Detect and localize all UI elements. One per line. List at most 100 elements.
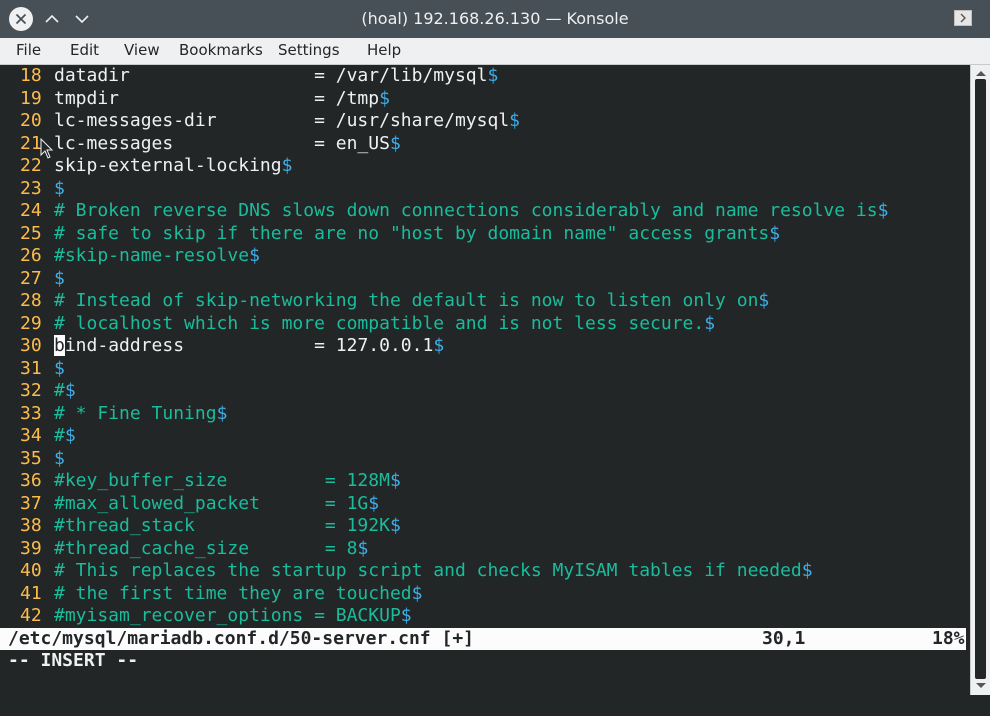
eol-marker: $ xyxy=(379,87,390,109)
code-text: datadir = /var/lib/mysql xyxy=(54,65,488,86)
editor-line: 36 #key_buffer_size = 128M$ xyxy=(0,470,970,492)
line-content: $ xyxy=(54,268,65,290)
code-text: # xyxy=(54,425,65,446)
line-content: #thread_cache_size = 8$ xyxy=(54,538,368,560)
code-text: skip-external-locking xyxy=(54,155,282,176)
line-number: 31 xyxy=(20,357,42,379)
line-number: 34 xyxy=(20,425,42,446)
eol-marker: $ xyxy=(389,515,401,536)
mouse-pointer-icon xyxy=(40,138,54,159)
line-number: 42 xyxy=(20,605,42,626)
code-text: # * Fine Tuning xyxy=(54,402,217,424)
line-content: $ xyxy=(54,448,65,470)
vim-status-line: /etc/mysql/mariadb.conf.d/50-server.cnf … xyxy=(0,628,966,650)
eol-marker: $ xyxy=(54,267,65,289)
menu-bar: File Edit View Bookmarks Settings Help xyxy=(0,38,990,65)
menu-file[interactable]: File xyxy=(16,38,41,64)
menu-edit[interactable]: Edit xyxy=(70,38,99,64)
editor-line: 24 # Broken reverse DNS slows down connec… xyxy=(0,200,970,222)
line-number: 37 xyxy=(20,492,42,514)
eol-marker: $ xyxy=(64,380,76,401)
line-number: 18 xyxy=(20,65,42,86)
line-number: 41 xyxy=(20,582,42,604)
menu-view[interactable]: View xyxy=(124,38,160,64)
scroll-down-icon[interactable] xyxy=(974,681,988,691)
editor-line: 41 # the first time they are touched$ xyxy=(0,583,970,605)
eol-marker: $ xyxy=(400,605,412,626)
editor-line: 34 #$ xyxy=(0,425,970,447)
line-number: 40 xyxy=(20,560,42,581)
editor-line: 32 #$ xyxy=(0,380,970,402)
code-text: #key_buffer_size = 128M xyxy=(54,470,390,491)
line-number: 28 xyxy=(20,290,42,311)
line-number: 32 xyxy=(20,380,42,401)
line-content: bind-address = 127.0.0.1$ xyxy=(54,335,444,357)
code-text: #myisam_recover_options = BACKUP xyxy=(54,605,401,626)
eol-marker: $ xyxy=(487,65,499,86)
line-content: lc-messages-dir = /usr/share/mysql$ xyxy=(54,110,520,132)
code-text: # Instead of skip-networking the default… xyxy=(54,290,759,311)
line-number: 29 xyxy=(20,312,42,334)
editor-line: 38 #thread_stack = 192K$ xyxy=(0,515,970,537)
line-content: #myisam_recover_options = BACKUP$ xyxy=(54,605,412,627)
line-content: tmpdir = /tmp$ xyxy=(54,88,390,110)
eol-marker: $ xyxy=(64,425,76,446)
terminal-scrollbar[interactable] xyxy=(970,65,990,695)
line-content: # * Fine Tuning$ xyxy=(54,403,227,425)
line-number: 35 xyxy=(20,447,42,469)
eol-marker: $ xyxy=(769,222,781,244)
editor-line: 31 $ xyxy=(0,358,970,380)
line-number: 33 xyxy=(20,402,42,424)
eol-marker: $ xyxy=(357,537,369,559)
line-content: # Instead of skip-networking the default… xyxy=(54,290,769,312)
eol-marker: $ xyxy=(54,177,65,199)
menu-bookmarks[interactable]: Bookmarks xyxy=(179,38,263,64)
code-text: tmpdir = /tmp xyxy=(54,87,380,109)
text-cursor: b xyxy=(54,335,65,356)
line-number: 23 xyxy=(20,177,42,199)
line-number: 39 xyxy=(20,537,42,559)
code-text: #skip-name-resolve xyxy=(54,245,250,266)
line-content: $ xyxy=(54,358,65,380)
editor-line: 28 # Instead of skip-networking the defau… xyxy=(0,290,970,312)
status-filename: /etc/mysql/mariadb.conf.d/50-server.cnf … xyxy=(8,628,474,649)
line-content: #$ xyxy=(54,380,76,402)
line-number: 27 xyxy=(20,267,42,289)
eol-marker: $ xyxy=(249,245,260,266)
editor-line: 23 $ xyxy=(0,178,970,200)
line-number: 26 xyxy=(20,245,42,266)
line-number: 36 xyxy=(20,470,42,491)
line-number: 38 xyxy=(20,515,42,536)
code-text: # localhost which is more compatible and… xyxy=(54,312,705,334)
editor-line: 27 $ xyxy=(0,268,970,290)
editor-line: 29 # localhost which is more compatible a… xyxy=(0,313,970,335)
terminal-area[interactable]: 18 datadir = /var/lib/mysql$ 19 tmpdir = /t… xyxy=(0,65,970,695)
code-text: # This replaces the startup script and c… xyxy=(54,560,802,581)
editor-line: 37 #max_allowed_packet = 1G$ xyxy=(0,493,970,515)
code-text: # xyxy=(54,380,65,401)
editor-line: 21 lc-messages = en_US$ xyxy=(0,133,970,155)
eol-marker: $ xyxy=(877,200,889,221)
window-menu-button[interactable] xyxy=(954,10,972,26)
chevron-right-icon xyxy=(960,13,966,23)
line-number: 25 xyxy=(20,222,42,244)
code-text: # safe to skip if there are no "host by … xyxy=(54,222,770,244)
menu-settings[interactable]: Settings xyxy=(278,38,340,64)
line-number: 20 xyxy=(20,110,42,131)
editor-line: 39 #thread_cache_size = 8$ xyxy=(0,538,970,560)
line-number: 19 xyxy=(20,87,42,109)
code-text: # the first time they are touched xyxy=(54,582,412,604)
line-number: 24 xyxy=(20,200,42,221)
scroll-up-icon[interactable] xyxy=(974,68,988,78)
line-content: #skip-name-resolve$ xyxy=(54,245,260,267)
status-scroll-percent: 18% xyxy=(932,628,965,649)
line-content: # This replaces the startup script and c… xyxy=(54,560,813,582)
scrollbar-thumb[interactable] xyxy=(975,79,986,679)
line-content: #key_buffer_size = 128M$ xyxy=(54,470,401,492)
status-cursor-position: 30,1 xyxy=(762,628,806,649)
editor-line: 20 lc-messages-dir = /usr/share/mysql$ xyxy=(0,110,970,132)
menu-help[interactable]: Help xyxy=(367,38,401,64)
eol-marker: $ xyxy=(389,132,401,154)
code-text: #thread_cache_size = 8 xyxy=(54,537,358,559)
code-text: lc-messages-dir = /usr/share/mysql xyxy=(54,110,510,131)
